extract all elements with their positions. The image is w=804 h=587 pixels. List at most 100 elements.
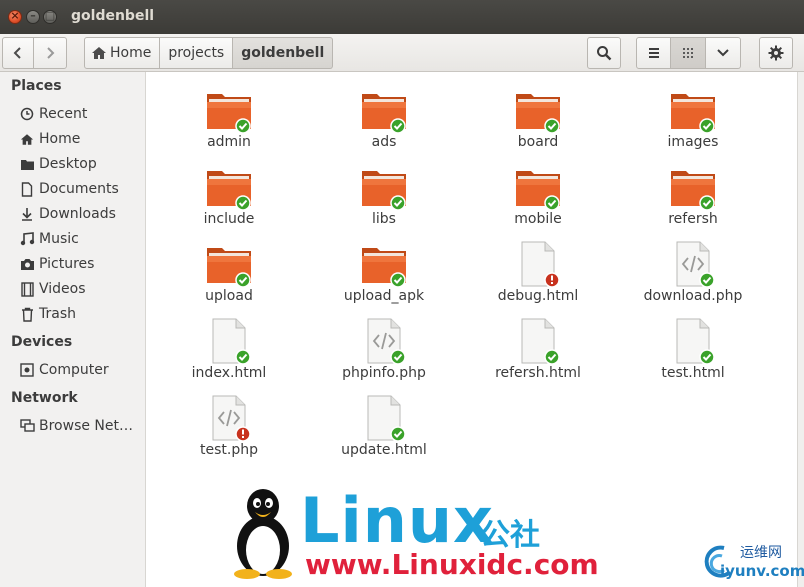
folder-icon: [360, 86, 408, 134]
forward-button[interactable]: [33, 37, 67, 69]
watermark-iyunv: 运维网 iyunv.com: [700, 540, 804, 587]
error-badge-icon: [544, 272, 560, 288]
drive-icon: [19, 362, 35, 378]
sidebar-item-recent[interactable]: Recent: [19, 103, 143, 125]
file-name: test.html: [661, 365, 725, 381]
sidebar-item-videos[interactable]: Videos: [19, 278, 143, 300]
sidebar-section-devices: Devices: [11, 334, 73, 350]
close-icon: ×: [10, 9, 20, 22]
file-name: index.html: [191, 365, 267, 381]
file-item[interactable]: index.html: [159, 317, 299, 393]
synced-badge-icon: [699, 349, 715, 365]
code-file-icon: [205, 394, 253, 442]
watermark-brand: Linux: [300, 484, 495, 557]
file-item[interactable]: download.php: [623, 240, 763, 316]
file-name: images: [667, 134, 719, 150]
folder-item[interactable]: mobile: [468, 163, 608, 239]
sidebar-section-network: Network: [11, 390, 78, 406]
synced-badge-icon: [390, 195, 406, 211]
file-name: download.php: [643, 288, 743, 304]
synced-badge-icon: [699, 272, 715, 288]
file-name: ads: [371, 134, 397, 150]
folder-item[interactable]: refersh: [623, 163, 763, 239]
folder-item[interactable]: include: [159, 163, 299, 239]
sidebar-item-home[interactable]: Home: [19, 128, 143, 150]
text-file-icon: [669, 317, 717, 365]
sidebar-item-label: Recent: [39, 106, 88, 122]
synced-badge-icon: [235, 349, 251, 365]
sidebar-item-label: Computer: [39, 362, 109, 378]
file-item[interactable]: phpinfo.php: [314, 317, 454, 393]
folder-icon: [669, 163, 717, 211]
file-item[interactable]: update.html: [314, 394, 454, 470]
file-name: board: [517, 134, 559, 150]
folder-icon: [360, 240, 408, 288]
text-file-icon: [360, 394, 408, 442]
folder-icon: [205, 240, 253, 288]
sidebar-item-pictures[interactable]: Pictures: [19, 253, 143, 275]
search-icon: [597, 46, 612, 61]
sidebar-item-desktop[interactable]: Desktop: [19, 153, 143, 175]
camera-icon: [19, 256, 35, 272]
synced-badge-icon: [544, 349, 560, 365]
sidebar-item-downloads[interactable]: Downloads: [19, 203, 143, 225]
folder-item[interactable]: libs: [314, 163, 454, 239]
folder-item[interactable]: upload: [159, 240, 299, 316]
error-badge-icon: [235, 426, 251, 442]
breadcrumb-goldenbell[interactable]: goldenbell: [233, 37, 334, 69]
window-maximize-button[interactable]: □: [43, 9, 57, 24]
folder-item[interactable]: admin: [159, 86, 299, 162]
sidebar-item-music[interactable]: Music: [19, 228, 143, 250]
music-icon: [19, 231, 35, 247]
view-options-button[interactable]: [706, 37, 741, 69]
sidebar-item-label: Videos: [39, 281, 86, 297]
folder-item[interactable]: images: [623, 86, 763, 162]
breadcrumb-home[interactable]: Home: [84, 37, 161, 69]
folder-item[interactable]: ads: [314, 86, 454, 162]
file-item[interactable]: test.html: [623, 317, 763, 393]
list-view-button[interactable]: [636, 37, 671, 69]
grid-view-button[interactable]: [671, 37, 706, 69]
sidebar-item-browse-network[interactable]: Browse Net…: [19, 415, 143, 437]
sidebar-item-computer[interactable]: Computer: [19, 359, 143, 381]
breadcrumb-projects[interactable]: projects: [160, 37, 234, 69]
file-name: admin: [207, 134, 251, 150]
synced-badge-icon: [544, 195, 560, 211]
folder-item[interactable]: upload_apk: [314, 240, 454, 316]
sidebar: Places Recent Home Desktop Documents Dow…: [0, 72, 146, 587]
watermark2-url: iyunv.com: [720, 562, 804, 580]
search-button[interactable]: [587, 37, 621, 69]
watermark-url: www.Linuxidc.com: [305, 548, 599, 581]
window-edge: [797, 72, 804, 587]
watermark-linuxidc: Linux 公社 www.Linuxidc.com: [225, 484, 599, 584]
window-minimize-button[interactable]: –: [26, 9, 40, 24]
synced-badge-icon: [699, 195, 715, 211]
sidebar-item-documents[interactable]: Documents: [19, 178, 143, 200]
synced-badge-icon: [390, 426, 406, 442]
synced-badge-icon: [235, 272, 251, 288]
file-item[interactable]: test.php: [159, 394, 299, 470]
breadcrumb: Home projects goldenbell: [84, 37, 334, 69]
synced-badge-icon: [235, 118, 251, 134]
folder-item[interactable]: board: [468, 86, 608, 162]
chevron-right-icon: [47, 47, 55, 59]
sidebar-section-places: Places: [11, 78, 62, 94]
sidebar-item-label: Music: [39, 231, 79, 247]
settings-button[interactable]: [759, 37, 793, 69]
sidebar-item-label: Desktop: [39, 156, 97, 172]
window-close-button[interactable]: ×: [8, 9, 22, 24]
file-item[interactable]: refersh.html: [468, 317, 608, 393]
document-icon: [19, 181, 35, 197]
synced-badge-icon: [390, 349, 406, 365]
home-icon: [92, 47, 106, 59]
view-switcher: [636, 37, 741, 69]
breadcrumb-projects-label: projects: [168, 45, 225, 61]
back-button[interactable]: [2, 37, 34, 69]
penguin-logo: [234, 489, 292, 579]
sidebar-item-trash[interactable]: Trash: [19, 303, 143, 325]
file-item[interactable]: debug.html: [468, 240, 608, 316]
file-name: refersh: [668, 211, 718, 227]
chevron-down-icon: [717, 49, 729, 57]
file-name: phpinfo.php: [342, 365, 426, 381]
sidebar-item-label: Pictures: [39, 256, 95, 272]
